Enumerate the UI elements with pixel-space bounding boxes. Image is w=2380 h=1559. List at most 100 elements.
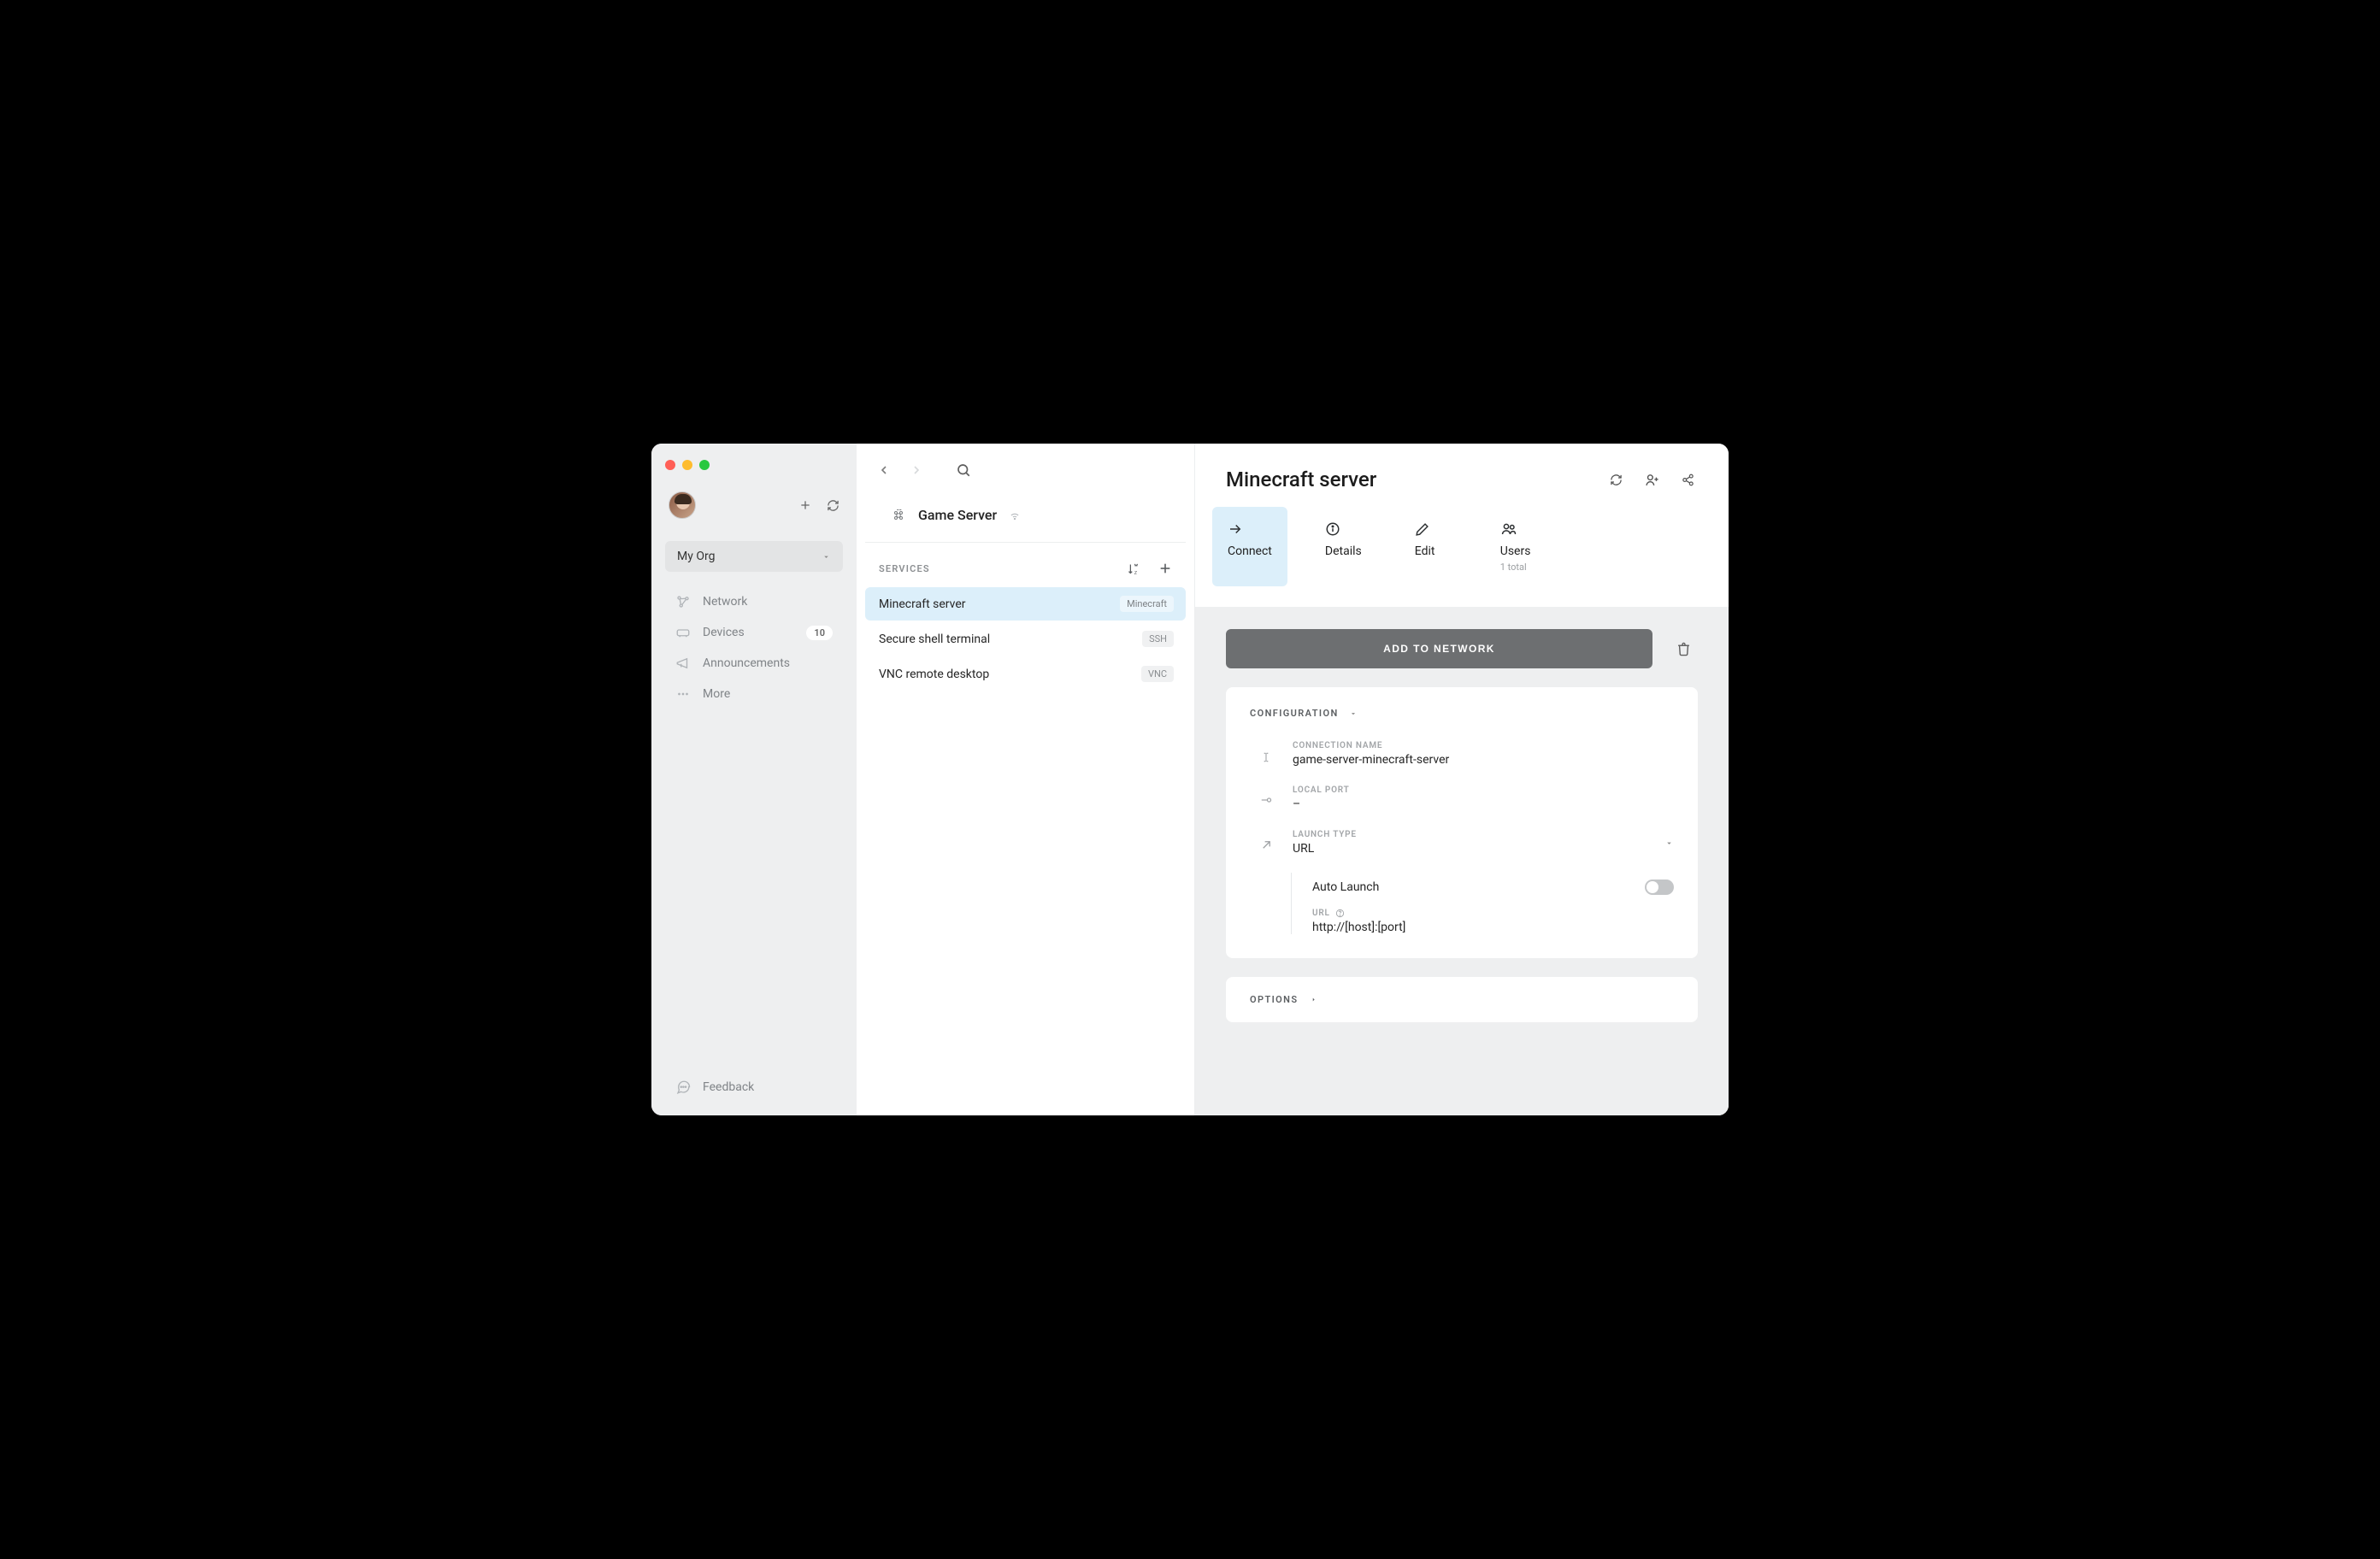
nav-label: Network [703, 595, 747, 609]
configuration-heading: CONFIGURATION [1250, 708, 1339, 719]
devices-icon [675, 625, 691, 640]
service-tag: Minecraft [1120, 596, 1174, 612]
middle-panel: Game Server SERVICES Z Minecraft server … [857, 444, 1195, 1115]
maximize-window-button[interactable] [699, 460, 710, 470]
svg-text:Z: Z [1134, 570, 1138, 574]
services-header: SERVICES Z [857, 543, 1194, 584]
launch-section: Auto Launch URL http://[host]:[port] [1291, 873, 1674, 934]
minimize-window-button[interactable] [682, 460, 692, 470]
launch-type-row[interactable]: LAUNCH TYPE URL [1250, 823, 1674, 868]
tab-label: Users [1500, 544, 1531, 558]
add-icon[interactable] [799, 499, 811, 512]
avatar[interactable] [669, 491, 696, 519]
local-port-row[interactable]: LOCAL PORT – [1250, 779, 1674, 823]
arrow-up-right-icon [1258, 830, 1274, 851]
nav-network[interactable]: Network [665, 587, 843, 616]
forward-button[interactable] [910, 463, 923, 477]
search-button[interactable] [956, 462, 971, 478]
port-icon [1258, 785, 1274, 806]
chevron-down-icon [822, 552, 831, 562]
middle-toolbar [857, 444, 1194, 486]
network-icon [675, 594, 691, 609]
titlebar [651, 444, 857, 486]
sort-button[interactable]: Z [1127, 562, 1140, 575]
org-selector[interactable]: My Org [665, 541, 843, 572]
tab-sublabel: 1 total [1500, 562, 1527, 573]
chevron-down-icon [1664, 838, 1674, 848]
tab-edit[interactable]: Edit [1399, 507, 1463, 586]
services-actions: Z [1127, 562, 1172, 575]
configuration-card: CONFIGURATION CONNECTION NAME game-serve… [1226, 687, 1698, 958]
nav-label: Devices [703, 626, 745, 639]
announcements-icon [675, 656, 691, 671]
detail-panel: Minecraft server Connect [1195, 444, 1729, 1115]
feedback-button[interactable]: Feedback [651, 1062, 857, 1115]
service-name: Secure shell terminal [879, 632, 990, 646]
add-service-button[interactable] [1158, 562, 1172, 575]
back-button[interactable] [877, 463, 891, 477]
options-card: OPTIONS [1226, 977, 1698, 1022]
detail-header-actions [1610, 473, 1694, 487]
tab-details[interactable]: Details [1310, 507, 1377, 586]
service-tag: SSH [1142, 631, 1174, 647]
search-icon [956, 462, 971, 478]
feedback-label: Feedback [703, 1080, 754, 1094]
service-item-vnc[interactable]: VNC remote desktop VNC [865, 657, 1186, 691]
connection-name-row[interactable]: CONNECTION NAME game-server-minecraft-se… [1250, 734, 1674, 779]
nav-label: Announcements [703, 656, 790, 670]
field-value: game-server-minecraft-server [1293, 753, 1674, 767]
detail-body: ADD TO NETWORK CONFIGURATION CONNECTION … [1195, 607, 1729, 1115]
detail-tabs: Connect Details Edit Users 1 total [1195, 491, 1729, 607]
url-row[interactable]: URL http://[host]:[port] [1312, 909, 1674, 934]
sidebar-top-actions [799, 499, 839, 512]
share-icon [1682, 474, 1694, 486]
feedback-icon [675, 1080, 691, 1095]
delete-button[interactable] [1670, 635, 1698, 663]
field-label: LAUNCH TYPE [1293, 830, 1357, 839]
tab-users[interactable]: Users 1 total [1485, 507, 1548, 586]
tab-label: Connect [1228, 544, 1272, 558]
plus-icon [1158, 562, 1172, 575]
field-label: LOCAL PORT [1293, 785, 1674, 795]
services-heading: SERVICES [879, 563, 930, 574]
field-label: CONNECTION NAME [1293, 741, 1674, 750]
sidebar-top [651, 486, 857, 532]
field-value: URL [1293, 842, 1357, 856]
service-item-minecraft[interactable]: Minecraft server Minecraft [865, 587, 1186, 621]
configuration-header[interactable]: CONFIGURATION [1250, 708, 1674, 719]
arrow-right-icon [1228, 521, 1243, 538]
service-item-ssh[interactable]: Secure shell terminal SSH [865, 622, 1186, 656]
auto-launch-toggle[interactable] [1645, 880, 1674, 895]
share-button[interactable] [1682, 473, 1694, 487]
detail-header: Minecraft server [1195, 444, 1729, 491]
service-name: VNC remote desktop [879, 668, 989, 681]
refresh-icon[interactable] [827, 499, 839, 512]
tab-connect[interactable]: Connect [1212, 507, 1287, 586]
auto-launch-label: Auto Launch [1312, 880, 1379, 894]
service-tag: VNC [1141, 666, 1174, 682]
chevron-right-icon [1310, 996, 1317, 1003]
nav: Network Devices 10 Announcements More [651, 587, 857, 709]
app-window: My Org Network Devices 10 Ann [651, 444, 1729, 1115]
tab-label: Edit [1415, 544, 1435, 558]
nav-announcements[interactable]: Announcements [665, 649, 843, 678]
options-header[interactable]: OPTIONS [1250, 994, 1674, 1005]
users-icon [1500, 521, 1517, 538]
device-header[interactable]: Game Server [865, 491, 1186, 543]
service-name: Minecraft server [879, 597, 966, 611]
refresh-icon [1610, 474, 1623, 486]
sidebar: My Org Network Devices 10 Ann [651, 444, 857, 1115]
refresh-button[interactable] [1610, 473, 1623, 487]
field-value: – [1293, 797, 1674, 811]
nav-more[interactable]: More [665, 679, 843, 709]
devices-count-badge: 10 [806, 626, 833, 640]
device-name: Game Server [918, 507, 997, 523]
close-window-button[interactable] [665, 460, 675, 470]
add-user-button[interactable] [1645, 473, 1659, 487]
nav-devices[interactable]: Devices 10 [665, 618, 843, 647]
add-to-network-button[interactable]: ADD TO NETWORK [1226, 629, 1652, 668]
user-plus-icon [1645, 473, 1659, 487]
tab-label: Details [1325, 544, 1362, 558]
org-label: My Org [677, 550, 715, 563]
help-icon[interactable] [1335, 909, 1345, 918]
